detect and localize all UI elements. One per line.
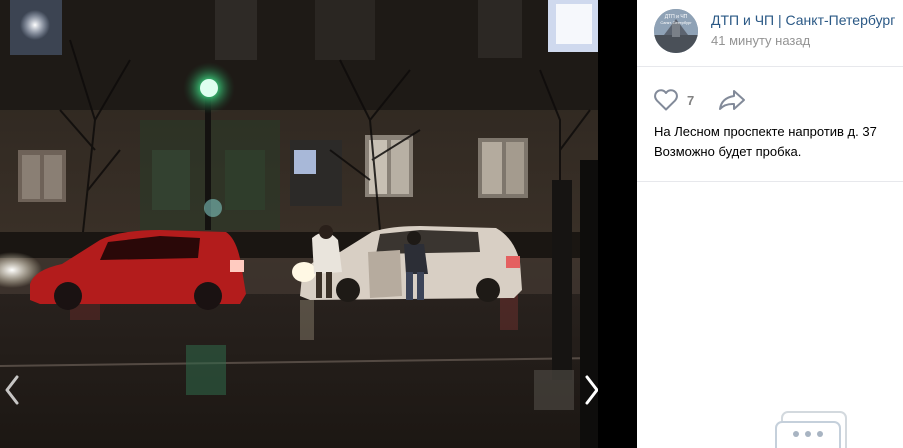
post-text: На Лесном проспекте напротив д. 37 Возмо… [654, 122, 903, 162]
group-name-link[interactable]: ДТП и ЧП | Санкт-Петербург [711, 12, 895, 28]
post-panel: ДТП и ЧП Санкт-Петербург ДТП и ЧП | Санк… [637, 0, 903, 448]
avatar-line-2: Санкт-Петербург [660, 20, 692, 25]
viewer-background-strip [598, 0, 637, 448]
photo-viewer [0, 0, 637, 448]
post-text-line-2: Возможно будет пробка. [654, 144, 802, 159]
share-arrow-icon [719, 90, 746, 110]
heart-icon [654, 89, 678, 111]
previous-photo-button[interactable] [0, 372, 26, 408]
group-avatar[interactable]: ДТП и ЧП Санкт-Петербург [654, 9, 698, 53]
text-divider [637, 181, 903, 182]
post-actions: 7 [653, 86, 746, 114]
post-text-line-1: На Лесном проспекте напротив д. 37 [654, 124, 877, 139]
chat-button[interactable] [774, 408, 848, 448]
post-header: ДТП и ЧП Санкт-Петербург ДТП и ЧП | Санк… [637, 0, 903, 66]
chat-bubble-icon [775, 411, 847, 448]
header-divider [637, 66, 903, 67]
like-count: 7 [687, 92, 695, 108]
share-button[interactable] [718, 89, 746, 111]
photo[interactable] [0, 0, 598, 448]
avatar-image: ДТП и ЧП Санкт-Петербург [654, 9, 698, 53]
like-button[interactable]: 7 [653, 88, 694, 112]
post-time[interactable]: 41 минуту назад [711, 33, 810, 48]
accident-scene-photo [0, 0, 598, 448]
chevron-left-icon [5, 375, 19, 405]
